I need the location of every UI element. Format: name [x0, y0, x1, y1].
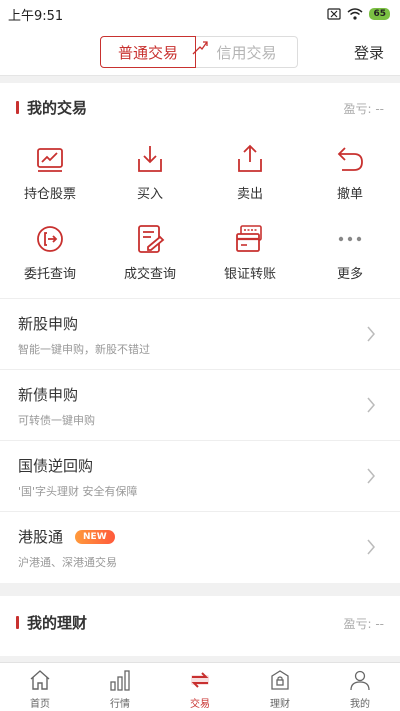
- trade-type-switch: 普通交易 信用交易: [100, 36, 298, 68]
- section-accent-bar: [16, 615, 19, 629]
- list-item-subtitle: 智能一键申购，新股不错过: [18, 343, 150, 356]
- list-item-title: 港股通: [18, 528, 64, 546]
- section-accent-bar: [16, 100, 19, 114]
- grid-bank-transfer[interactable]: 银证转账: [200, 223, 300, 282]
- user-icon: [350, 670, 370, 691]
- my-trade-title: 我的交易: [16, 97, 87, 117]
- status-bar: 上午9:51 65: [0, 0, 400, 28]
- my-finance-card[interactable]: 我的理财 盈亏: --: [0, 596, 400, 656]
- my-finance-title-text: 我的理财: [27, 613, 88, 632]
- home-icon: [30, 670, 50, 690]
- grid-label: 撤单: [336, 187, 363, 202]
- grid-label: 更多: [336, 267, 363, 282]
- grid-label: 委托查询: [23, 267, 76, 282]
- tab-label: 理财: [270, 699, 290, 710]
- list-item-title: 新股申购: [18, 315, 79, 333]
- grid-deal-query[interactable]: 成交查询: [100, 223, 200, 282]
- grid-label: 卖出: [236, 187, 263, 202]
- grid-more[interactable]: 更多: [300, 223, 400, 282]
- edit-document-icon: [138, 225, 165, 253]
- tab-normal-trade[interactable]: 普通交易: [100, 36, 208, 68]
- exit-circle-icon: [37, 226, 63, 252]
- tab-home[interactable]: 首页: [0, 663, 80, 711]
- login-button[interactable]: 登录: [354, 42, 384, 63]
- tab-label: 我的: [350, 699, 370, 710]
- tab-label: 交易: [190, 699, 210, 710]
- tab-trade[interactable]: 交易: [160, 663, 240, 711]
- chevron-right-icon: [367, 539, 375, 555]
- list-item-subtitle: '国'字头理财 安全有保障: [18, 485, 138, 498]
- list-item-subtitle: 可转债一键申购: [18, 414, 95, 427]
- list-item-ipo[interactable]: 新股申购 智能一键申购，新股不错过: [0, 298, 400, 369]
- grid-cancel-order[interactable]: 撤单: [300, 143, 400, 202]
- chevron-right-icon: [367, 468, 375, 484]
- download-tray-icon: [138, 146, 162, 172]
- my-finance-title: 我的理财: [16, 612, 87, 632]
- my-trade-pnl: 盈亏: --: [343, 102, 384, 116]
- grid-buy[interactable]: 买入: [100, 143, 200, 202]
- tab-mine[interactable]: 我的: [320, 663, 400, 711]
- grid-sell[interactable]: 卖出: [200, 143, 300, 202]
- my-trade-title-text: 我的交易: [27, 98, 88, 117]
- trend-arrow-icon: [192, 41, 208, 55]
- battery-icon: 65: [369, 8, 390, 20]
- list-item-subtitle: 沪港通、深港通交易: [18, 556, 117, 569]
- grid-label: 持仓股票: [23, 187, 76, 202]
- market-bars-icon: [110, 670, 130, 691]
- tab-credit-trade[interactable]: 信用交易: [196, 36, 298, 68]
- tab-label: 首页: [30, 699, 50, 710]
- my-trade-card: 我的交易 盈亏: -- 持仓股票 买入 卖出 撤单 委托查询 成交查询 银证转账…: [0, 83, 400, 583]
- trade-exchange-icon: [191, 672, 209, 688]
- grid-holdings[interactable]: 持仓股票: [0, 143, 100, 202]
- my-finance-pnl: 盈亏: --: [343, 617, 384, 631]
- grid-label: 银证转账: [223, 267, 276, 282]
- list-item-title-row: 港股通 NEW: [18, 526, 115, 547]
- status-time: 上午9:51: [8, 8, 64, 24]
- tab-label: 行情: [110, 699, 130, 710]
- tab-market[interactable]: 行情: [80, 663, 160, 711]
- holdings-chart-icon: [37, 148, 63, 172]
- chevron-right-icon: [367, 326, 375, 342]
- list-item-reverse-repo[interactable]: 国债逆回购 '国'字头理财 安全有保障: [0, 440, 400, 511]
- tab-credit-trade-label: 信用交易: [216, 43, 277, 62]
- chevron-right-icon: [367, 397, 375, 413]
- list-item-bond-ipo[interactable]: 新债申购 可转债一键申购: [0, 369, 400, 440]
- grid-label: 买入: [136, 187, 163, 202]
- upload-tray-icon: [238, 144, 262, 172]
- more-dots-icon: [338, 236, 362, 242]
- bank-card-icon: [236, 225, 262, 252]
- wallet-lock-icon: [271, 670, 289, 690]
- wifi-icon: [347, 8, 363, 20]
- grid-order-query[interactable]: 委托查询: [0, 223, 100, 282]
- sim-x-icon: [327, 8, 342, 20]
- status-icons: 65: [327, 8, 390, 20]
- new-badge: NEW: [75, 529, 115, 544]
- grid-label: 成交查询: [123, 267, 176, 282]
- tab-normal-trade-label: 普通交易: [117, 43, 178, 62]
- list-item-hk-connect[interactable]: 港股通 NEW 沪港通、深港通交易: [0, 511, 400, 582]
- tab-finance[interactable]: 理财: [240, 663, 320, 711]
- list-item-title: 新债申购: [18, 386, 79, 404]
- bottom-tab-bar: 首页 行情 交易 理财 我的: [0, 662, 400, 711]
- list-item-title: 国债逆回购: [18, 457, 94, 475]
- undo-arrow-icon: [337, 147, 363, 171]
- top-header: 普通交易 信用交易 登录: [0, 28, 400, 76]
